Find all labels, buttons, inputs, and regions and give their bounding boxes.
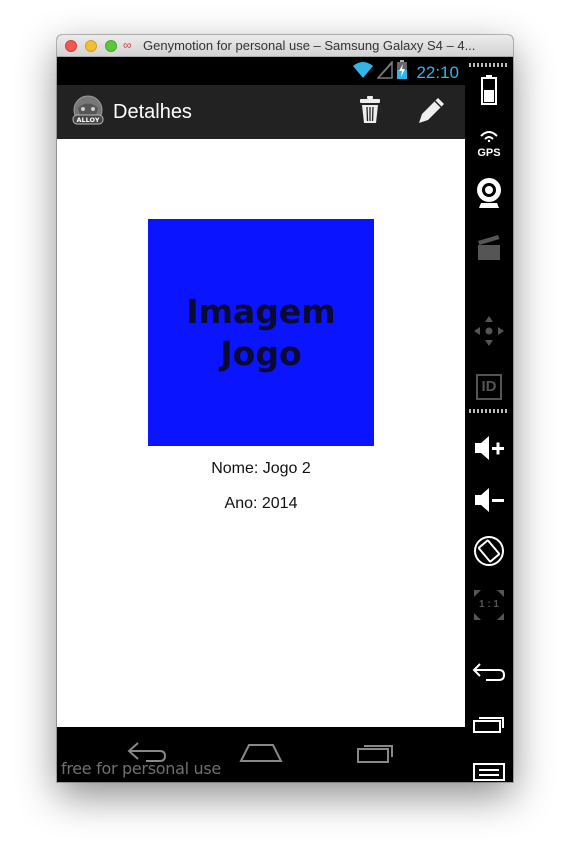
gps-widget-button[interactable]: GPS: [465, 127, 513, 161]
remote-control-widget-button[interactable]: [465, 315, 513, 351]
emulator-window: ∞ Genymotion for personal use – Samsung …: [57, 35, 513, 782]
rotate-screen-icon: [473, 535, 505, 572]
navigation-bar: free for personal use: [57, 727, 465, 782]
gps-label: GPS: [477, 147, 501, 159]
pixel-perfect-button[interactable]: 1 : 1: [465, 587, 513, 623]
action-bar: ALLOY Detalhes: [57, 85, 465, 139]
panel-separator: [469, 409, 509, 413]
edit-button[interactable]: [415, 95, 449, 129]
recent-apps-icon: [354, 740, 396, 769]
minimize-window-button[interactable]: [85, 40, 97, 52]
nav-recent-apps-button[interactable]: [345, 736, 405, 772]
webcam-icon: [475, 177, 503, 214]
device-id-widget-button[interactable]: ID: [465, 369, 513, 405]
svg-text:ALLOY: ALLOY: [76, 116, 99, 124]
home-icon: [239, 740, 283, 769]
volume-down-button[interactable]: [465, 485, 513, 519]
pencil-icon: [417, 95, 447, 130]
trash-icon: [359, 95, 381, 129]
game-name-label: Nome: Jogo 2: [211, 460, 311, 477]
battery-icon: [480, 74, 498, 110]
android-screen: 22:10 ALLOY Detalhes Imagem Jogo Nome: J…: [57, 57, 465, 782]
status-clock: 22:10: [416, 62, 459, 82]
zoom-window-button[interactable]: [105, 40, 117, 52]
rotate-button[interactable]: [465, 535, 513, 571]
genymotion-app-icon: ∞: [123, 38, 132, 52]
gps-signal-icon: [479, 129, 499, 147]
details-content: Imagem Jogo Nome: Jogo 2 Ano: 2014: [57, 139, 465, 727]
window-titlebar[interactable]: ∞ Genymotion for personal use – Samsung …: [57, 35, 513, 57]
personal-use-watermark: free for personal use: [61, 759, 221, 778]
volume-down-icon: [473, 486, 505, 519]
dpad-icon: [473, 315, 505, 352]
screen-title: Detalhes: [113, 101, 192, 123]
panel-grip: [469, 63, 509, 67]
battery-charging-icon: [396, 60, 408, 85]
delete-button[interactable]: [353, 95, 387, 129]
game-image: Imagem Jogo: [148, 219, 374, 446]
window-title: Genymotion for personal use – Samsung Ga…: [143, 38, 476, 53]
back-button[interactable]: [465, 657, 513, 691]
volume-up-button[interactable]: [465, 433, 513, 467]
back-icon: [472, 662, 506, 687]
clapperboard-icon: [476, 233, 502, 266]
wifi-icon: [352, 61, 374, 84]
alloy-logo-icon[interactable]: ALLOY: [71, 95, 105, 129]
menu-icon: [473, 763, 505, 782]
recent-apps-side-icon: [472, 714, 506, 739]
nav-home-button[interactable]: [231, 736, 291, 772]
pixel-perfect-icon: 1 : 1: [472, 588, 506, 622]
battery-widget-button[interactable]: [465, 74, 513, 110]
recent-apps-button[interactable]: [465, 709, 513, 743]
image-text-line-2: Jogo: [220, 333, 302, 373]
close-window-button[interactable]: [65, 40, 77, 52]
volume-up-icon: [473, 434, 505, 467]
genymotion-widget-panel: GPS ID 1: 1: [465, 57, 513, 782]
image-text-line-1: Imagem: [186, 291, 336, 331]
pixel-perfect-label: 1 : 1: [478, 599, 499, 610]
status-bar: 22:10: [57, 57, 465, 85]
capture-widget-button[interactable]: [465, 231, 513, 267]
menu-button[interactable]: [465, 763, 513, 782]
signal-icon: [376, 60, 394, 84]
camera-widget-button[interactable]: [465, 177, 513, 213]
id-label: ID: [476, 374, 502, 400]
game-year-label: Ano: 2014: [224, 495, 298, 512]
